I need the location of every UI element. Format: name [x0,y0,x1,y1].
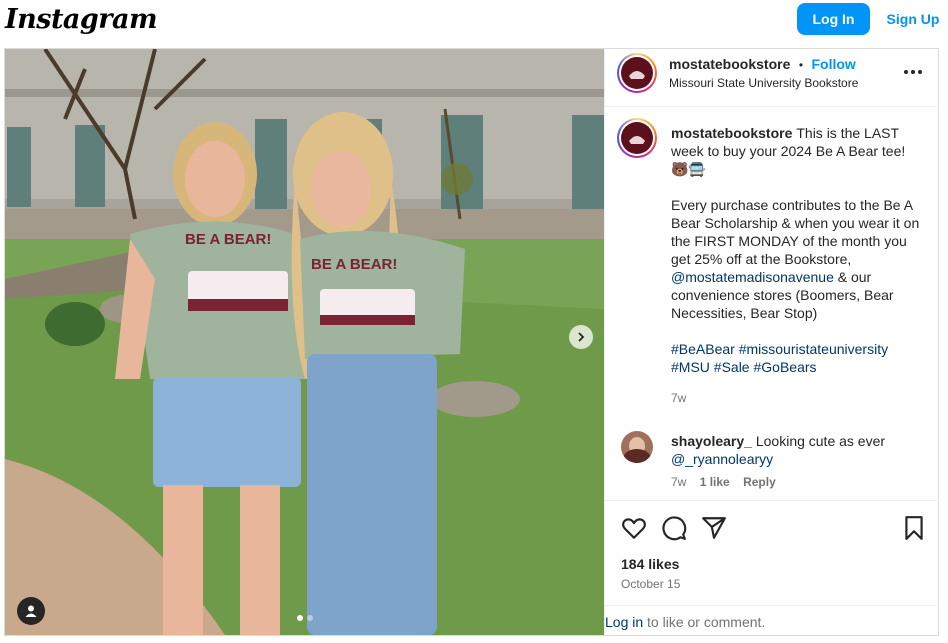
comment-meta: 7w 1 like Reply [671,475,776,489]
caption-line2: Every purchase contributes to the Be A B… [671,197,924,267]
heart-icon[interactable] [621,515,647,541]
share-icon[interactable] [701,515,727,541]
login-link[interactable]: Log in [605,614,643,630]
post-image[interactable]: BE A BEAR! BE A BEAR! [5,49,604,635]
caption-avatar[interactable] [617,118,657,158]
comment-icon[interactable] [661,515,687,541]
like-count[interactable]: 184 likes [621,556,679,572]
caption-hashtags[interactable]: #BeABear #missouristateuniversity #MSU #… [671,341,892,375]
bear-logo-icon [629,136,645,144]
tagged-users-button[interactable] [17,597,45,625]
commenter-avatar[interactable] [621,431,653,463]
caption-mention-link[interactable]: @mostatemadisonavenue [671,269,834,285]
commenter-username[interactable]: shayoleary_ [671,433,752,449]
post-caption: mostatebookstore This is the LAST week to… [671,124,921,376]
top-navigation: Instagram Log In Sign Up [0,0,948,48]
reply-button[interactable]: Reply [743,475,776,489]
author-username[interactable]: mostatebookstore [669,56,790,72]
comment-text: shayoleary_ Looking cute as ever @_ryann… [671,432,921,468]
signup-button[interactable]: Sign Up [880,3,946,35]
svg-text:BE A BEAR!: BE A BEAR! [311,256,397,273]
post-date: October 15 [621,577,681,591]
comment-mention-link[interactable]: @_ryannolearyy [671,451,773,467]
post-sidebar: mostatebookstore • Follow Missouri State… [604,49,939,635]
bear-logo-icon [629,71,645,79]
separator-dot: • [798,58,804,72]
caption-age[interactable]: 7w [671,391,686,405]
user-tag-icon [25,605,37,617]
follow-button[interactable]: Follow [811,56,855,72]
photo-illustration: BE A BEAR! BE A BEAR! [5,49,604,635]
comments-section: mostatebookstore This is the LAST week to… [605,108,939,500]
comment-likes[interactable]: 1 like [700,475,730,489]
instagram-logo[interactable]: Instagram [5,4,158,35]
more-options-button[interactable] [901,60,925,84]
post-actions: 184 likes October 15 Log in to like or c… [605,500,939,635]
carousel-dot-active [297,615,303,621]
bookmark-icon[interactable] [901,515,927,541]
carousel-indicator [297,615,313,621]
login-prompt-text: to like or comment. [643,614,766,630]
next-image-button[interactable] [569,325,593,349]
carousel-dot [307,615,313,621]
more-icon [904,70,908,74]
author-display-name: Missouri State University Bookstore [669,76,859,90]
post-container: BE A BEAR! BE A BEAR! mostatebookstore •… [4,48,939,636]
login-prompt: Log in to like or comment. [605,605,939,636]
author-avatar[interactable] [617,53,657,93]
chevron-right-icon [578,332,585,342]
login-button[interactable]: Log In [797,3,870,35]
comment-age[interactable]: 7w [671,475,686,489]
svg-text:BE A BEAR!: BE A BEAR! [185,231,271,248]
caption-username[interactable]: mostatebookstore [671,125,792,141]
comment-body: Looking cute as ever [755,433,886,449]
post-header: mostatebookstore • Follow Missouri State… [605,49,939,107]
